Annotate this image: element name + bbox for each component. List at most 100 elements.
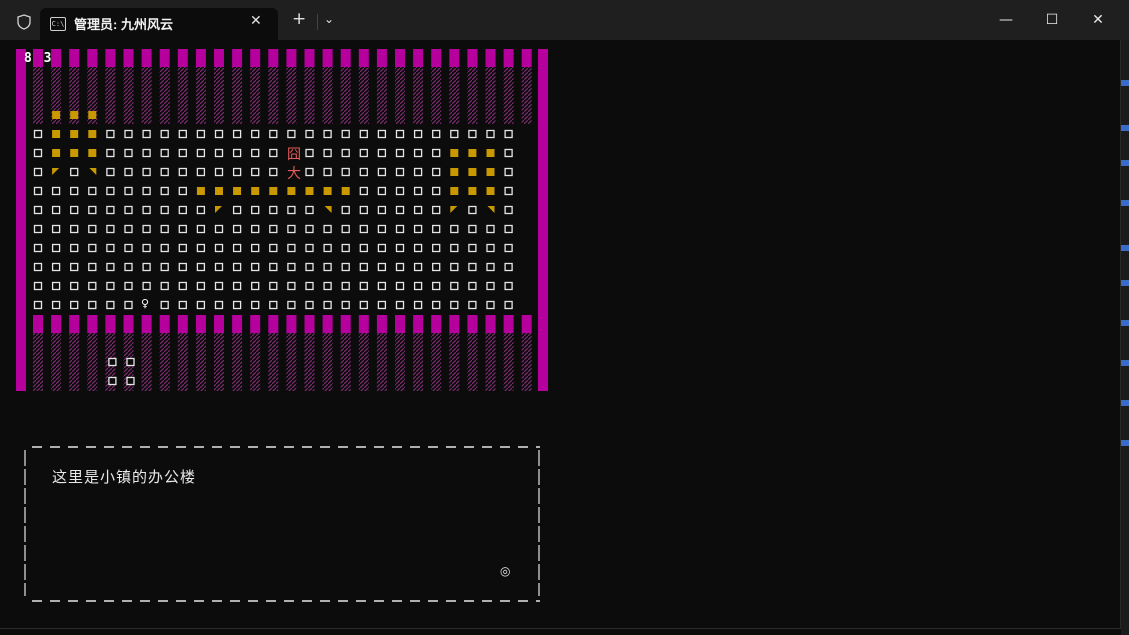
maximize-button[interactable]: ☐ (1029, 0, 1075, 40)
floor-tile (432, 281, 441, 291)
wall-hatch (467, 67, 478, 124)
floor-tile (88, 224, 97, 234)
floor-tile (468, 129, 477, 139)
floor-tile (70, 224, 79, 234)
furniture-tile (88, 130, 97, 138)
wall-hatch (286, 333, 297, 391)
furniture-tile (52, 111, 61, 119)
floor-tile (305, 148, 314, 158)
floor-tile (395, 300, 405, 310)
floor-tile (450, 129, 459, 139)
floor-tile (323, 167, 332, 177)
floor-tile (468, 205, 477, 215)
floor-tile (359, 167, 368, 177)
floor-tile (413, 262, 423, 272)
floor-tile (142, 186, 151, 196)
wall-hatch (123, 67, 134, 124)
floor-tile (269, 205, 278, 215)
floor-tile (341, 300, 350, 310)
minimize-button[interactable]: — (983, 0, 1029, 40)
wall-hatch (177, 67, 188, 124)
floor-tile (178, 129, 187, 139)
close-tab-icon[interactable]: ✕ (250, 13, 262, 29)
furniture-tile (486, 168, 495, 176)
floor-tile (468, 224, 477, 234)
floor-tile (142, 205, 151, 215)
floor-tile (468, 281, 477, 291)
floor-tile (124, 129, 133, 139)
chevron-down-icon[interactable]: ⌄ (324, 12, 334, 26)
floor-tile (160, 300, 169, 310)
floor-tile (377, 129, 387, 139)
wall-hatch (322, 333, 333, 391)
floor-tile (106, 148, 115, 158)
furniture-tile (88, 111, 97, 119)
terminal-tab[interactable]: C:\ 管理员: 九州风云 ✕ (40, 8, 278, 40)
floor-tile (124, 167, 133, 177)
furniture-tile (269, 187, 278, 195)
floor-tile (413, 300, 423, 310)
furniture-tile (52, 130, 61, 138)
wall-hatch (250, 67, 261, 124)
floor-tile (468, 262, 477, 272)
floor-tile (178, 281, 187, 291)
wall-block (467, 315, 478, 333)
floor-tile (359, 148, 368, 158)
map-char-2: 大 (287, 166, 301, 182)
floor-tile (305, 205, 314, 215)
floor-tile (251, 243, 260, 253)
floor-tile (323, 243, 332, 253)
wall-hatch (33, 67, 43, 124)
floor-tile (377, 186, 387, 196)
floor-tile (269, 300, 278, 310)
wall-block (395, 315, 405, 333)
wall-block (503, 49, 514, 67)
wall-hatch (521, 333, 532, 391)
floor-tile (106, 205, 115, 215)
wall-hatch (521, 67, 532, 124)
title-bar: C:\ 管理员: 九州风云 ✕ + ⌄ — ☐ ✕ (0, 0, 1129, 40)
floor-tile (323, 300, 332, 310)
close-window-button[interactable]: ✕ (1075, 0, 1121, 40)
floor-tile (341, 224, 350, 234)
continue-indicator-icon[interactable]: ◎ (500, 564, 510, 578)
floor-tile (341, 262, 350, 272)
floor-tile (395, 243, 405, 253)
wall-block (232, 315, 243, 333)
floor-tile (432, 129, 441, 139)
wall-hatch (413, 333, 424, 391)
floor-tile (305, 300, 314, 310)
floor-tile (88, 243, 97, 253)
outer-wall-right (538, 49, 548, 391)
floor-tile (341, 129, 350, 139)
floor-tile (504, 186, 513, 196)
wall-hatch (395, 333, 405, 391)
floor-tile (486, 243, 495, 253)
floor-tile (70, 186, 79, 196)
furniture-tile (468, 149, 477, 157)
tab-title: 管理员: 九州风云 (74, 17, 173, 32)
floor-tile (413, 281, 423, 291)
wall-block (485, 49, 496, 67)
floor-tile (178, 186, 187, 196)
floor-tile (160, 262, 169, 272)
wall-hatch (503, 67, 514, 124)
floor-tile (251, 300, 260, 310)
floor-tile (106, 186, 115, 196)
floor-tile (432, 186, 441, 196)
wall-block (177, 49, 188, 67)
furniture-tile (88, 149, 97, 157)
floor-tile (486, 129, 495, 139)
floor-tile (232, 205, 242, 215)
floor-tile (214, 300, 224, 310)
floor-tile (251, 129, 260, 139)
floor-tile (33, 148, 43, 158)
background-window-edge (1121, 40, 1129, 635)
floor-tile (504, 224, 513, 234)
wall-block (268, 315, 279, 333)
floor-tile (359, 262, 368, 272)
floor-tile (377, 243, 387, 253)
new-tab-button[interactable]: + (292, 9, 306, 29)
floor-tile (486, 281, 495, 291)
wall-block (159, 315, 170, 333)
